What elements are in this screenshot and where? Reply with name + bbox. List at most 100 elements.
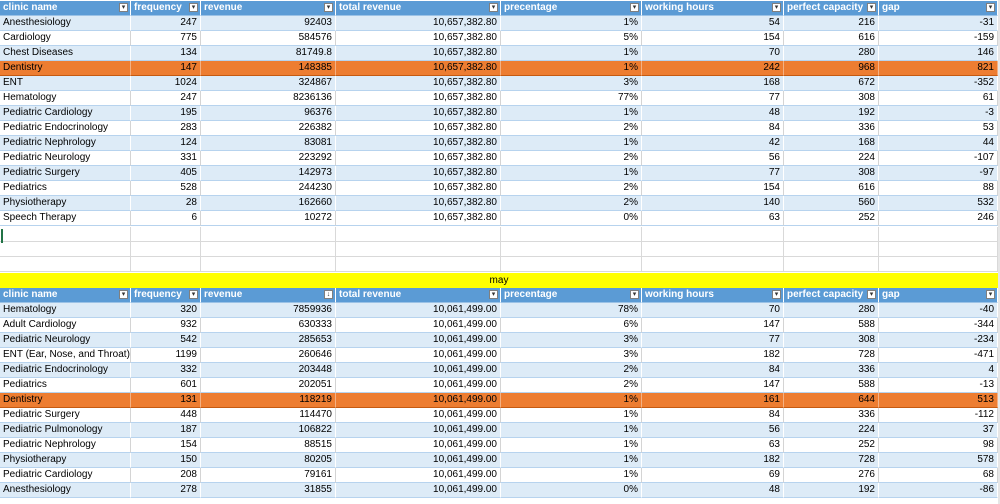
cell-frequency[interactable]: 932 xyxy=(131,318,201,333)
cell-clinic-name[interactable]: Pediatric Nephrology xyxy=(0,438,131,453)
header-clinic-name[interactable]: clinic name ▾ xyxy=(0,288,131,303)
cell-gap[interactable]: -352 xyxy=(879,76,998,91)
cell-frequency[interactable]: 528 xyxy=(131,181,201,196)
cell-frequency[interactable]: 283 xyxy=(131,121,201,136)
cell-gap[interactable]: -13 xyxy=(879,378,998,393)
cell-revenue[interactable]: 7859936 xyxy=(201,303,336,318)
header-gap[interactable]: gap ▾ xyxy=(879,1,998,16)
cell-total-revenue[interactable]: 10,657,382.80 xyxy=(336,181,501,196)
cell-total-revenue[interactable]: 10,061,499.00 xyxy=(336,423,501,438)
cell-perfect-capacity[interactable]: 336 xyxy=(784,121,879,136)
cell-working-hours[interactable]: 182 xyxy=(642,453,784,468)
sort-filter-icon[interactable]: ↓ xyxy=(324,290,333,299)
cell-working-hours[interactable]: 147 xyxy=(642,378,784,393)
cell-total-revenue[interactable]: 10,061,499.00 xyxy=(336,408,501,423)
cell-precentage[interactable]: 3% xyxy=(501,333,642,348)
cell-total-revenue[interactable]: 10,061,499.00 xyxy=(336,363,501,378)
cell-revenue[interactable]: 324867 xyxy=(201,76,336,91)
cell-total-revenue[interactable]: 10,657,382.80 xyxy=(336,61,501,76)
cell-precentage[interactable]: 78% xyxy=(501,303,642,318)
cell-clinic-name[interactable]: Pediatric Endocrinology xyxy=(0,363,131,378)
cell-working-hours[interactable]: 168 xyxy=(642,76,784,91)
cell-gap[interactable]: -471 xyxy=(879,348,998,363)
cell-gap[interactable]: 532 xyxy=(879,196,998,211)
dropdown-arrow-icon[interactable]: ▾ xyxy=(489,3,498,12)
cell-total-revenue[interactable]: 10,657,382.80 xyxy=(336,121,501,136)
empty-cell[interactable] xyxy=(879,242,998,257)
cell-clinic-name[interactable]: Pediatric Endocrinology xyxy=(0,121,131,136)
cell-gap[interactable]: 44 xyxy=(879,136,998,151)
cell-frequency[interactable]: 1199 xyxy=(131,348,201,363)
cell-frequency[interactable]: 195 xyxy=(131,106,201,121)
cell-gap[interactable]: -159 xyxy=(879,31,998,46)
cell-precentage[interactable]: 2% xyxy=(501,378,642,393)
cell-precentage[interactable]: 0% xyxy=(501,211,642,226)
cell-perfect-capacity[interactable]: 588 xyxy=(784,318,879,333)
empty-cell[interactable] xyxy=(784,242,879,257)
cell-precentage[interactable]: 1% xyxy=(501,453,642,468)
cell-precentage[interactable]: 3% xyxy=(501,348,642,363)
cell-clinic-name[interactable]: Physiotherapy xyxy=(0,453,131,468)
dropdown-arrow-icon[interactable]: ▾ xyxy=(489,290,498,299)
cell-working-hours[interactable]: 56 xyxy=(642,423,784,438)
cell-total-revenue[interactable]: 10,061,499.00 xyxy=(336,468,501,483)
cell-working-hours[interactable]: 70 xyxy=(642,303,784,318)
cell-gap[interactable]: 98 xyxy=(879,438,998,453)
dropdown-arrow-icon[interactable]: ▾ xyxy=(986,290,995,299)
cell-perfect-capacity[interactable]: 560 xyxy=(784,196,879,211)
cell-clinic-name[interactable]: Hematology xyxy=(0,91,131,106)
cell-working-hours[interactable]: 154 xyxy=(642,31,784,46)
cell-precentage[interactable]: 0% xyxy=(501,483,642,498)
cell-frequency[interactable]: 131 xyxy=(131,393,201,408)
cell-frequency[interactable]: 601 xyxy=(131,378,201,393)
empty-cell[interactable] xyxy=(501,227,642,242)
cell-total-revenue[interactable]: 10,061,499.00 xyxy=(336,378,501,393)
cell-clinic-name[interactable]: Pediatric Neurology xyxy=(0,151,131,166)
empty-cell[interactable] xyxy=(784,257,879,272)
empty-cell[interactable] xyxy=(0,257,131,272)
cell-frequency[interactable]: 278 xyxy=(131,483,201,498)
cell-working-hours[interactable]: 140 xyxy=(642,196,784,211)
cell-gap[interactable]: 68 xyxy=(879,468,998,483)
empty-cell[interactable] xyxy=(131,242,201,257)
cell-revenue[interactable]: 114470 xyxy=(201,408,336,423)
cell-working-hours[interactable]: 77 xyxy=(642,333,784,348)
cell-revenue[interactable]: 80205 xyxy=(201,453,336,468)
cell-clinic-name[interactable]: Pediatric Nephrology xyxy=(0,136,131,151)
cell-working-hours[interactable]: 182 xyxy=(642,348,784,363)
cell-revenue[interactable]: 226382 xyxy=(201,121,336,136)
cell-precentage[interactable]: 1% xyxy=(501,393,642,408)
cell-gap[interactable]: 578 xyxy=(879,453,998,468)
cell-perfect-capacity[interactable]: 968 xyxy=(784,61,879,76)
cell-revenue[interactable]: 285653 xyxy=(201,333,336,348)
cell-gap[interactable]: -107 xyxy=(879,151,998,166)
cell-working-hours[interactable]: 63 xyxy=(642,211,784,226)
header-precentage[interactable]: precentage ▾ xyxy=(501,288,642,303)
cell-gap[interactable]: -344 xyxy=(879,318,998,333)
header-gap[interactable]: gap ▾ xyxy=(879,288,998,303)
cell-revenue[interactable]: 81749.8 xyxy=(201,46,336,61)
cell-total-revenue[interactable]: 10,061,499.00 xyxy=(336,348,501,363)
cell-clinic-name[interactable]: Pediatric Cardiology xyxy=(0,106,131,121)
cell-precentage[interactable]: 1% xyxy=(501,136,642,151)
cell-clinic-name[interactable]: Pediatric Surgery xyxy=(0,166,131,181)
empty-cell[interactable] xyxy=(642,242,784,257)
cell-frequency[interactable]: 775 xyxy=(131,31,201,46)
cell-total-revenue[interactable]: 10,657,382.80 xyxy=(336,136,501,151)
cell-total-revenue[interactable]: 10,657,382.80 xyxy=(336,196,501,211)
cell-precentage[interactable]: 1% xyxy=(501,61,642,76)
cell-frequency[interactable]: 124 xyxy=(131,136,201,151)
cell-frequency[interactable]: 154 xyxy=(131,438,201,453)
cell-working-hours[interactable]: 84 xyxy=(642,408,784,423)
cell-revenue[interactable]: 584576 xyxy=(201,31,336,46)
cell-perfect-capacity[interactable]: 216 xyxy=(784,16,879,31)
cell-frequency[interactable]: 208 xyxy=(131,468,201,483)
dropdown-arrow-icon[interactable]: ▾ xyxy=(189,3,198,12)
cell-perfect-capacity[interactable]: 308 xyxy=(784,333,879,348)
cell-total-revenue[interactable]: 10,657,382.80 xyxy=(336,16,501,31)
cell-perfect-capacity[interactable]: 336 xyxy=(784,408,879,423)
cell-gap[interactable]: 61 xyxy=(879,91,998,106)
cell-precentage[interactable]: 2% xyxy=(501,121,642,136)
cell-working-hours[interactable]: 242 xyxy=(642,61,784,76)
cell-clinic-name[interactable]: Pediatric Cardiology xyxy=(0,468,131,483)
